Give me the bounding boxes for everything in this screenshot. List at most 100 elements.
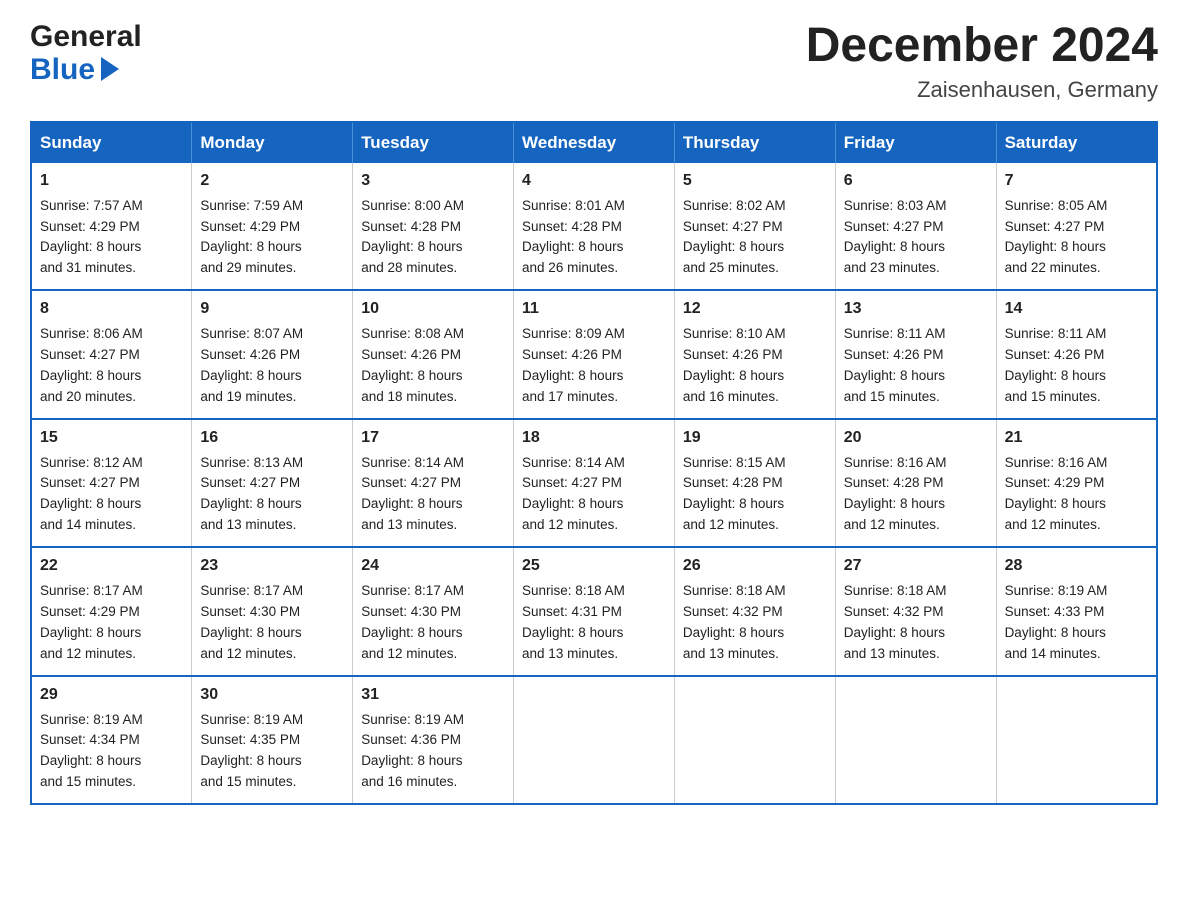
col-header-thursday: Thursday <box>674 122 835 163</box>
sunrise-text: Sunrise: 8:10 AM <box>683 326 786 341</box>
calendar-cell: 24Sunrise: 8:17 AMSunset: 4:30 PMDayligh… <box>353 547 514 675</box>
calendar-cell: 9Sunrise: 8:07 AMSunset: 4:26 PMDaylight… <box>192 290 353 418</box>
day-number: 25 <box>522 554 666 579</box>
sunrise-text: Sunrise: 8:03 AM <box>844 198 947 213</box>
day-number: 5 <box>683 169 827 194</box>
daylight-text: Daylight: 8 hours <box>1005 496 1106 511</box>
daylight-text: Daylight: 8 hours <box>522 625 623 640</box>
sunset-text: Sunset: 4:26 PM <box>200 347 300 362</box>
daylight-minutes-text: and 18 minutes. <box>361 389 457 404</box>
daylight-minutes-text: and 22 minutes. <box>1005 260 1101 275</box>
daylight-minutes-text: and 31 minutes. <box>40 260 136 275</box>
calendar-cell: 12Sunrise: 8:10 AMSunset: 4:26 PMDayligh… <box>674 290 835 418</box>
daylight-minutes-text: and 16 minutes. <box>361 774 457 789</box>
calendar-week-row: 8Sunrise: 8:06 AMSunset: 4:27 PMDaylight… <box>31 290 1157 418</box>
sunset-text: Sunset: 4:33 PM <box>1005 604 1105 619</box>
location-subtitle: Zaisenhausen, Germany <box>806 77 1158 103</box>
sunset-text: Sunset: 4:26 PM <box>361 347 461 362</box>
daylight-minutes-text: and 12 minutes. <box>683 517 779 532</box>
day-number: 16 <box>200 426 344 451</box>
sunset-text: Sunset: 4:28 PM <box>522 219 622 234</box>
calendar-cell: 26Sunrise: 8:18 AMSunset: 4:32 PMDayligh… <box>674 547 835 675</box>
logo-triangle-icon <box>101 57 119 81</box>
day-number: 24 <box>361 554 505 579</box>
daylight-minutes-text: and 15 minutes. <box>40 774 136 789</box>
daylight-text: Daylight: 8 hours <box>40 368 141 383</box>
calendar-cell <box>835 676 996 804</box>
logo-blue-word: Blue <box>30 53 95 86</box>
sunset-text: Sunset: 4:26 PM <box>522 347 622 362</box>
calendar-title-block: December 2024 Zaisenhausen, Germany <box>806 20 1158 103</box>
sunset-text: Sunset: 4:28 PM <box>844 475 944 490</box>
sunset-text: Sunset: 4:32 PM <box>844 604 944 619</box>
daylight-minutes-text: and 29 minutes. <box>200 260 296 275</box>
daylight-minutes-text: and 12 minutes. <box>844 517 940 532</box>
calendar-cell <box>674 676 835 804</box>
calendar-cell: 21Sunrise: 8:16 AMSunset: 4:29 PMDayligh… <box>996 419 1157 547</box>
daylight-minutes-text: and 12 minutes. <box>40 646 136 661</box>
sunset-text: Sunset: 4:28 PM <box>683 475 783 490</box>
calendar-cell: 20Sunrise: 8:16 AMSunset: 4:28 PMDayligh… <box>835 419 996 547</box>
daylight-minutes-text: and 12 minutes. <box>200 646 296 661</box>
calendar-cell: 29Sunrise: 8:19 AMSunset: 4:34 PMDayligh… <box>31 676 192 804</box>
sunrise-text: Sunrise: 8:19 AM <box>361 712 464 727</box>
calendar-cell: 22Sunrise: 8:17 AMSunset: 4:29 PMDayligh… <box>31 547 192 675</box>
calendar-cell: 2Sunrise: 7:59 AMSunset: 4:29 PMDaylight… <box>192 163 353 290</box>
calendar-header-row: SundayMondayTuesdayWednesdayThursdayFrid… <box>31 122 1157 163</box>
sunset-text: Sunset: 4:26 PM <box>683 347 783 362</box>
daylight-text: Daylight: 8 hours <box>40 753 141 768</box>
day-number: 21 <box>1005 426 1148 451</box>
sunrise-text: Sunrise: 8:17 AM <box>200 583 303 598</box>
daylight-minutes-text: and 12 minutes. <box>1005 517 1101 532</box>
daylight-minutes-text: and 15 minutes. <box>200 774 296 789</box>
daylight-text: Daylight: 8 hours <box>40 239 141 254</box>
daylight-text: Daylight: 8 hours <box>200 753 301 768</box>
sunset-text: Sunset: 4:28 PM <box>361 219 461 234</box>
sunrise-text: Sunrise: 8:18 AM <box>683 583 786 598</box>
sunset-text: Sunset: 4:36 PM <box>361 732 461 747</box>
sunset-text: Sunset: 4:27 PM <box>40 475 140 490</box>
daylight-text: Daylight: 8 hours <box>361 753 462 768</box>
daylight-minutes-text: and 12 minutes. <box>361 646 457 661</box>
sunrise-text: Sunrise: 8:19 AM <box>1005 583 1108 598</box>
daylight-text: Daylight: 8 hours <box>361 239 462 254</box>
sunset-text: Sunset: 4:27 PM <box>844 219 944 234</box>
sunrise-text: Sunrise: 8:19 AM <box>200 712 303 727</box>
calendar-week-row: 22Sunrise: 8:17 AMSunset: 4:29 PMDayligh… <box>31 547 1157 675</box>
daylight-minutes-text: and 12 minutes. <box>522 517 618 532</box>
sunset-text: Sunset: 4:29 PM <box>200 219 300 234</box>
daylight-text: Daylight: 8 hours <box>683 239 784 254</box>
day-number: 4 <box>522 169 666 194</box>
sunrise-text: Sunrise: 8:14 AM <box>522 455 625 470</box>
calendar-cell: 16Sunrise: 8:13 AMSunset: 4:27 PMDayligh… <box>192 419 353 547</box>
daylight-minutes-text: and 23 minutes. <box>844 260 940 275</box>
day-number: 6 <box>844 169 988 194</box>
daylight-text: Daylight: 8 hours <box>522 368 623 383</box>
calendar-cell: 3Sunrise: 8:00 AMSunset: 4:28 PMDaylight… <box>353 163 514 290</box>
daylight-text: Daylight: 8 hours <box>683 496 784 511</box>
calendar-cell: 1Sunrise: 7:57 AMSunset: 4:29 PMDaylight… <box>31 163 192 290</box>
daylight-text: Daylight: 8 hours <box>522 496 623 511</box>
calendar-cell: 10Sunrise: 8:08 AMSunset: 4:26 PMDayligh… <box>353 290 514 418</box>
sunrise-text: Sunrise: 8:02 AM <box>683 198 786 213</box>
daylight-minutes-text: and 17 minutes. <box>522 389 618 404</box>
sunrise-text: Sunrise: 8:13 AM <box>200 455 303 470</box>
daylight-minutes-text: and 14 minutes. <box>1005 646 1101 661</box>
day-number: 3 <box>361 169 505 194</box>
daylight-text: Daylight: 8 hours <box>40 496 141 511</box>
day-number: 31 <box>361 683 505 708</box>
day-number: 1 <box>40 169 183 194</box>
day-number: 17 <box>361 426 505 451</box>
daylight-minutes-text: and 25 minutes. <box>683 260 779 275</box>
day-number: 29 <box>40 683 183 708</box>
sunrise-text: Sunrise: 8:17 AM <box>361 583 464 598</box>
calendar-table: SundayMondayTuesdayWednesdayThursdayFrid… <box>30 121 1158 805</box>
daylight-text: Daylight: 8 hours <box>844 239 945 254</box>
sunrise-text: Sunrise: 7:59 AM <box>200 198 303 213</box>
daylight-text: Daylight: 8 hours <box>361 625 462 640</box>
daylight-text: Daylight: 8 hours <box>200 239 301 254</box>
day-number: 14 <box>1005 297 1148 322</box>
sunset-text: Sunset: 4:29 PM <box>1005 475 1105 490</box>
daylight-text: Daylight: 8 hours <box>1005 239 1106 254</box>
sunset-text: Sunset: 4:30 PM <box>200 604 300 619</box>
